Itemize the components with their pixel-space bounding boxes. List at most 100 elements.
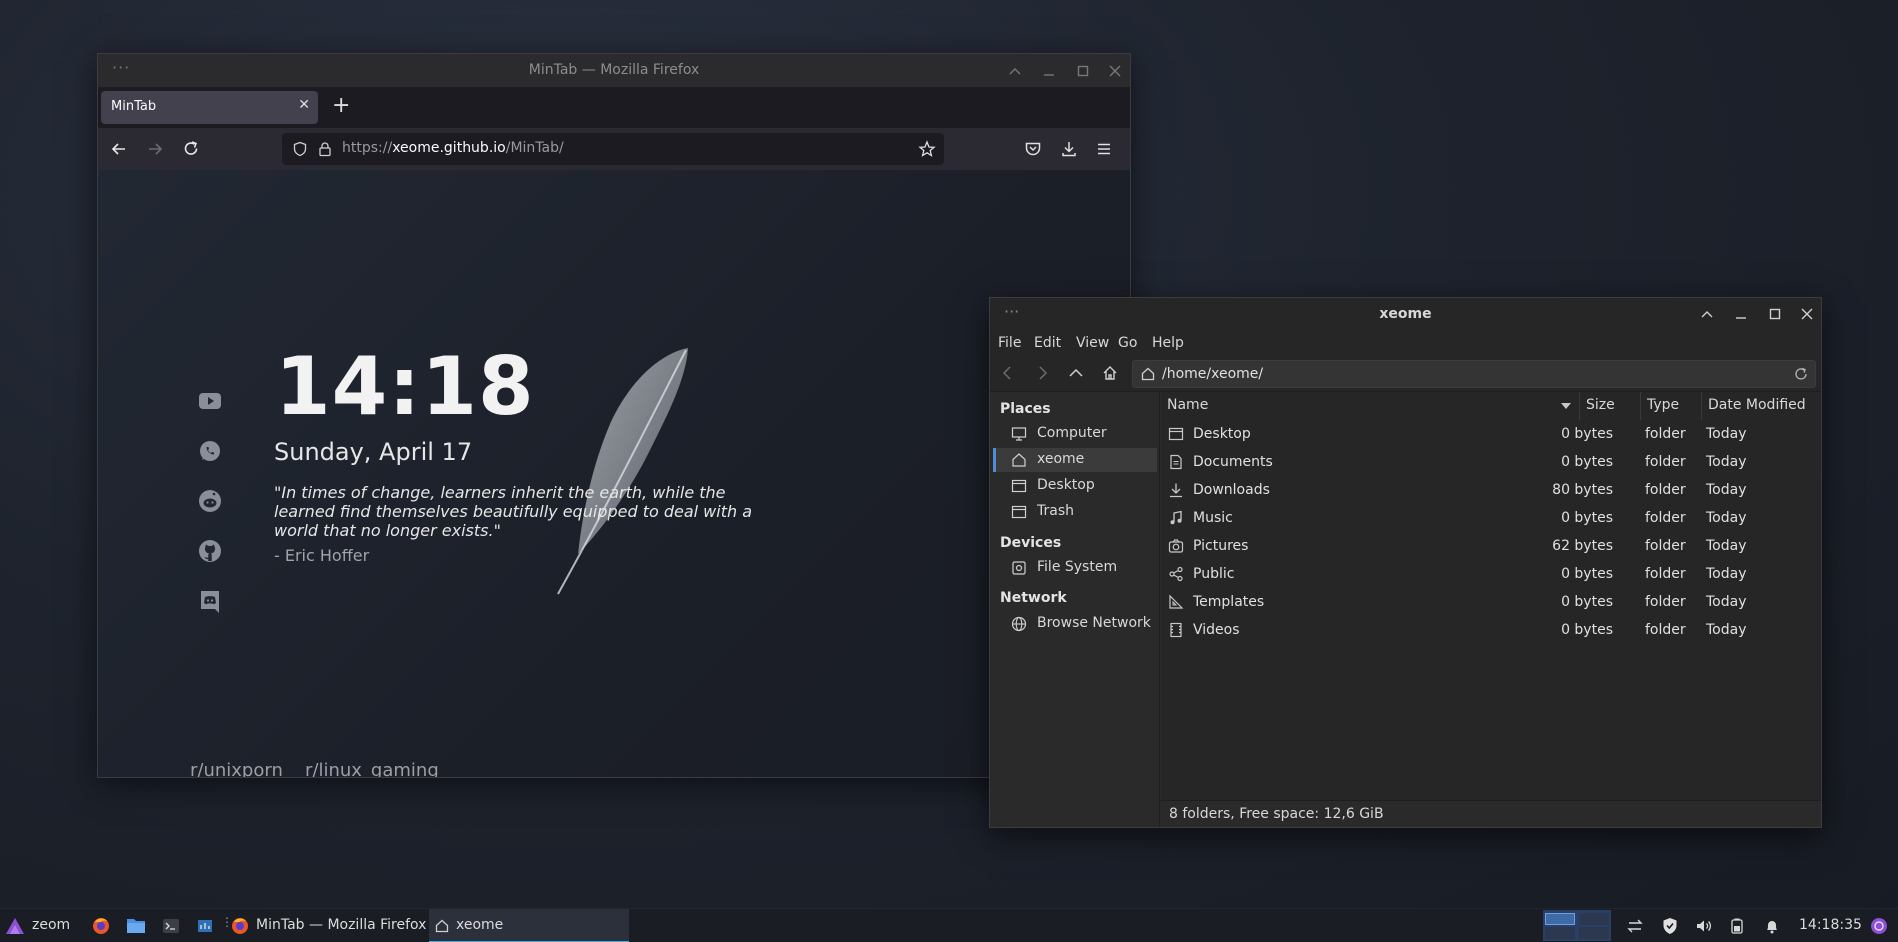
downloads-button[interactable] (1060, 140, 1078, 158)
volume-icon[interactable] (1695, 917, 1713, 935)
task-firefox[interactable]: MinTab — Mozilla Firefox (256, 917, 426, 933)
shield-tray-icon[interactable] (1662, 917, 1678, 935)
file-name: Pictures (1193, 538, 1249, 554)
menu-help[interactable]: Help (1152, 335, 1184, 351)
minimize-button[interactable] (1032, 54, 1066, 87)
sidebar-item-browse-network[interactable]: Browse Network (993, 612, 1157, 636)
tab-close-icon[interactable]: ✕ (298, 97, 310, 113)
file-type: folder (1645, 566, 1686, 582)
app-menu-button[interactable] (1095, 140, 1113, 158)
terminal-launcher-icon[interactable] (162, 917, 180, 935)
share-icon (1169, 566, 1183, 582)
sidebar-item-trash[interactable]: Trash (993, 500, 1157, 524)
network-monitor-launcher-icon[interactable] (196, 917, 214, 935)
link-unixporn[interactable]: r/unixporn (190, 760, 283, 777)
show-desktop-icon[interactable] (1870, 917, 1888, 935)
menu-file[interactable]: File (998, 335, 1021, 351)
close-button[interactable] (1790, 298, 1821, 330)
column-header-size[interactable]: Size (1580, 392, 1641, 420)
file-row-music[interactable]: Music 0 bytes folder Today (1161, 504, 1821, 532)
virtual-desktop-pager[interactable] (1543, 910, 1611, 941)
firefox-titlebar[interactable]: ··· MinTab — Mozilla Firefox (98, 54, 1130, 87)
status-bar: 8 folders, Free space: 12,6 GiB (1161, 800, 1821, 827)
pager-desktop-3[interactable] (1545, 927, 1575, 939)
new-tab-button[interactable]: + (332, 93, 350, 118)
quote-author: - Eric Hoffer (274, 546, 370, 565)
keep-above-button[interactable] (998, 54, 1032, 87)
menu-view[interactable]: View (1076, 335, 1109, 351)
chevron-up-icon (1701, 311, 1713, 318)
file-row-documents[interactable]: Documents 0 bytes folder Today (1161, 448, 1821, 476)
chevron-up-icon (1069, 368, 1083, 377)
taskbar-clock[interactable]: 14:18:35 (1799, 917, 1862, 933)
sidebar-item-xeome[interactable]: xeome (993, 448, 1157, 472)
file-row-desktop[interactable]: Desktop 0 bytes folder Today (1161, 420, 1821, 448)
reload-button[interactable] (182, 140, 200, 158)
location-bar[interactable]: /home/xeome/ (1132, 360, 1816, 388)
file-type: folder (1645, 454, 1686, 470)
column-header-name[interactable]: Name (1161, 392, 1580, 420)
tab-mintab[interactable]: MinTab ✕ (101, 91, 318, 124)
close-button[interactable] (1098, 54, 1130, 87)
download-icon (1170, 483, 1182, 498)
column-header-type[interactable]: Type (1641, 392, 1702, 420)
github-icon[interactable] (195, 536, 225, 566)
menu-edit[interactable]: Edit (1034, 335, 1061, 351)
minimize-button[interactable] (1724, 298, 1758, 330)
minimize-icon (1736, 317, 1746, 319)
fm-toolbar: /home/xeome/ (990, 356, 1821, 392)
file-row-pictures[interactable]: Pictures 62 bytes folder Today (1161, 532, 1821, 560)
pager-desktop-4[interactable] (1579, 927, 1609, 939)
file-date-modified: Today (1706, 538, 1747, 554)
menu-go[interactable]: Go (1118, 335, 1137, 351)
file-date-modified: Today (1706, 594, 1747, 610)
network-arrows-icon[interactable] (1626, 917, 1644, 935)
launcher-label[interactable]: zeom (32, 917, 70, 933)
sidebar-item-file-system[interactable]: File System (993, 556, 1157, 580)
chevron-left-icon (1002, 366, 1011, 380)
forward-button[interactable] (146, 140, 164, 158)
youtube-icon[interactable] (195, 386, 225, 416)
whatsapp-icon[interactable] (195, 436, 225, 466)
pocket-button[interactable] (1024, 140, 1042, 158)
file-row-videos[interactable]: Videos 0 bytes folder Today (1161, 616, 1821, 644)
back-button[interactable] (110, 140, 128, 158)
forward-button[interactable] (1034, 365, 1050, 381)
sidebar-item-label: Computer (1037, 425, 1107, 441)
file-list: Name Size Type Date Modified Desktop 0 by… (1161, 392, 1821, 800)
sidebar-item-desktop[interactable]: Desktop (993, 474, 1157, 498)
fm-titlebar[interactable]: ··· xeome (990, 298, 1821, 330)
file-row-templates[interactable]: Templates 0 bytes folder Today (1161, 588, 1821, 616)
sidebar-item-label: Desktop (1037, 477, 1095, 493)
firefox-launcher-icon[interactable] (92, 917, 110, 935)
discord-icon[interactable] (195, 587, 225, 617)
file-row-downloads[interactable]: Downloads 80 bytes folder Today (1161, 476, 1821, 504)
keep-above-button[interactable] (1690, 298, 1724, 330)
parent-folder-button[interactable] (1068, 365, 1084, 381)
sort-descending-icon (1561, 403, 1571, 409)
window-title: MinTab — Mozilla Firefox (528, 62, 700, 78)
url-path: /MinTab/ (505, 140, 564, 156)
maximize-button[interactable] (1066, 54, 1100, 87)
camera-icon (1168, 539, 1184, 553)
file-manager-launcher-icon[interactable] (126, 917, 146, 935)
pager-desktop-2[interactable] (1579, 913, 1609, 925)
task-file-manager[interactable]: xeome (429, 909, 629, 942)
reddit-icon[interactable] (195, 486, 225, 516)
pager-desktop-1[interactable] (1545, 913, 1575, 925)
battery-icon[interactable] (1730, 917, 1744, 935)
sidebar-item-label: xeome (1037, 451, 1085, 467)
close-icon (1109, 65, 1121, 76)
file-row-public[interactable]: Public 0 bytes folder Today (1161, 560, 1821, 588)
notification-bell-icon[interactable] (1764, 917, 1780, 935)
firefox-task-icon (232, 918, 248, 934)
column-header-date-modified[interactable]: Date Modified (1702, 392, 1821, 420)
sidebar-item-computer[interactable]: Computer (993, 422, 1157, 446)
bookmark-star-icon (918, 140, 936, 157)
back-button[interactable] (1000, 365, 1016, 381)
link-linux-gaming[interactable]: r/linux_gaming (305, 760, 439, 777)
home-button[interactable] (1102, 365, 1118, 381)
url-bar[interactable]: https://xeome.github.io/MinTab/ (282, 133, 944, 165)
maximize-button[interactable] (1758, 298, 1792, 330)
app-launcher-icon[interactable] (4, 916, 26, 936)
